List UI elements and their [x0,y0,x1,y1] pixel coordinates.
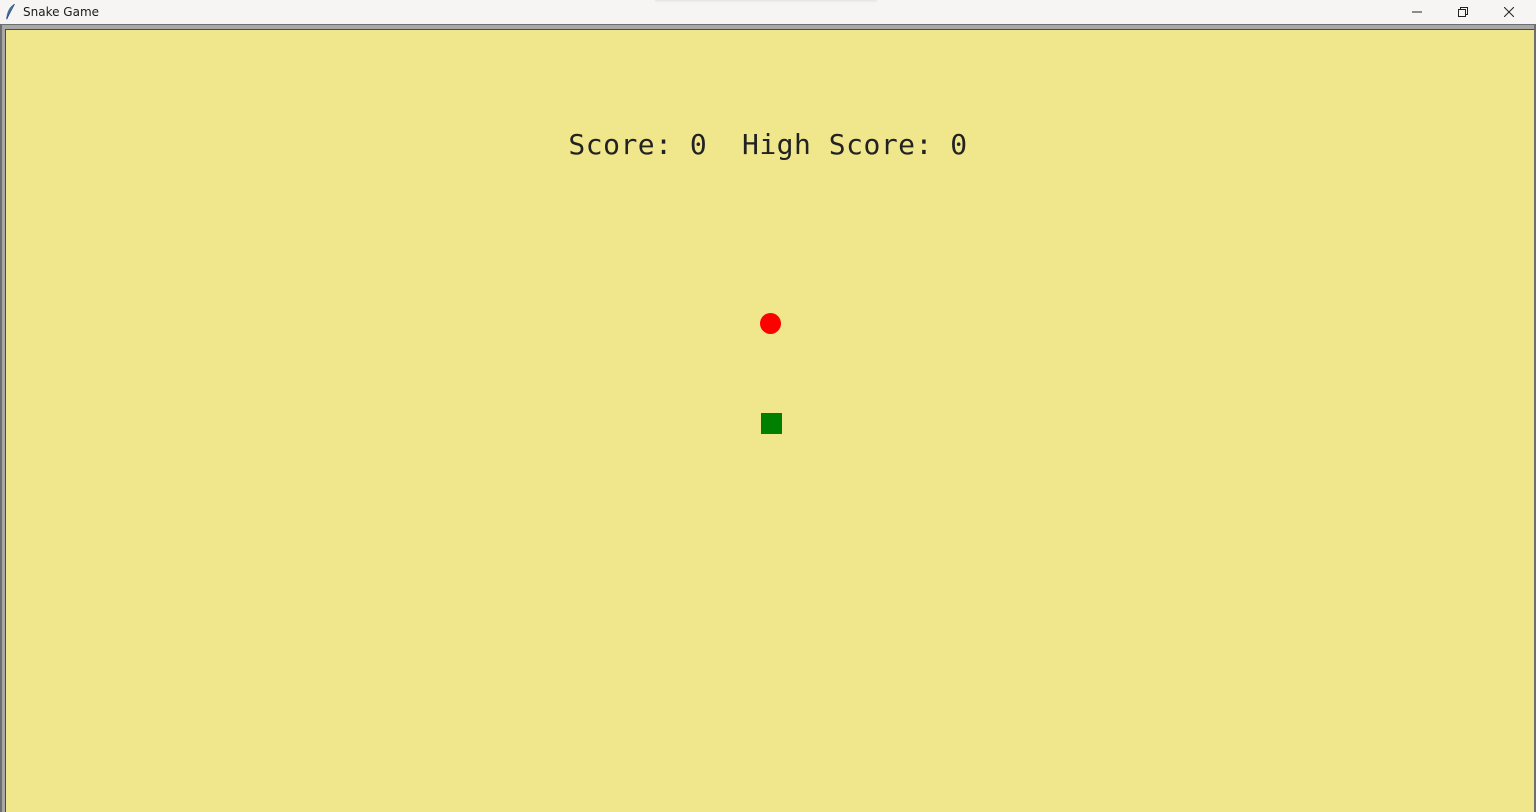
restore-button[interactable] [1440,0,1486,24]
high-score-value: 0 [950,128,968,161]
window-title: Snake Game [23,5,100,19]
close-icon [1504,7,1514,17]
snake-head [761,413,782,434]
high-score-label: High Score: [741,128,933,161]
snap-layout-hint [655,0,877,3]
minimize-button[interactable] [1394,0,1440,24]
restore-icon [1458,7,1468,17]
feather-icon [4,3,16,21]
game-window: Snake Game Score: 0 High Score: 0 [0,0,1536,812]
food-pellet [760,313,781,334]
minimize-icon [1412,7,1422,17]
score-value: 0 [689,128,708,161]
score-label: Score: [568,128,673,161]
title-bar[interactable]: Snake Game [0,0,1536,24]
close-button[interactable] [1486,0,1532,24]
scoreboard: Score: 0 High Score: 0 [0,127,1536,163]
